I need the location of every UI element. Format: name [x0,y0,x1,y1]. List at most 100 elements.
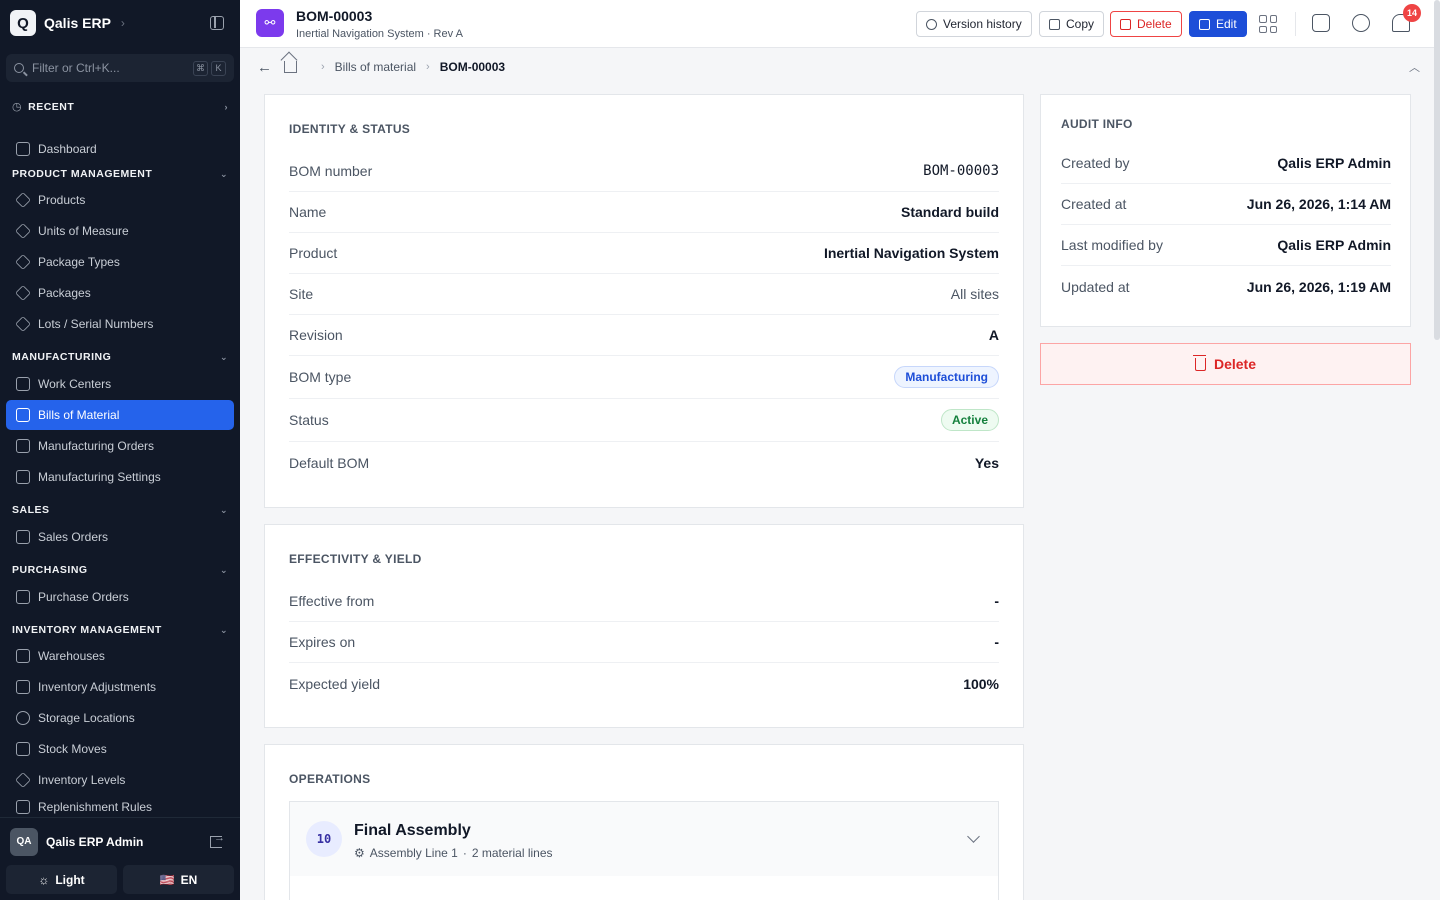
field-status: Status Active [289,399,999,442]
section-title: SALES [12,504,50,516]
field-value: All sites [950,286,999,302]
home-icon[interactable] [284,61,297,73]
section-inventory-management[interactable]: INVENTORY MANAGEMENT ⌄ [12,624,228,636]
sidebar-item-replenishment-rules[interactable]: Replenishment Rules [6,796,234,818]
field-label: Status [289,412,329,428]
field-label: Created at [1061,196,1127,212]
language-button[interactable]: 🇺🇸 EN [123,865,234,894]
field-value: 100% [963,675,999,692]
chevron-right-icon: › [120,16,125,30]
sidebar-item-work-centers[interactable]: Work Centers [6,369,234,399]
sidebar-item-manufacturing-settings[interactable]: Manufacturing Settings [6,462,234,492]
section-sales[interactable]: SALES ⌄ [12,504,228,516]
field-revision: Revision A [289,315,999,356]
sidebar-item-label: Replenishment Rules [38,800,153,814]
brand[interactable]: Q Qalis ERP › [10,10,125,36]
chevron-down-icon[interactable] [967,830,980,843]
field-value[interactable]: Inertial Navigation System [824,245,999,261]
sidebar-item-label: Dashboard [38,142,97,156]
sidebar-collapse-icon[interactable] [210,16,224,30]
sidebar-item-storage-locations[interactable]: Storage Locations [6,703,234,733]
field-label: Name [289,204,327,220]
sidebar-item-label: Units of Measure [38,224,129,238]
chevron-right-icon: › [224,101,228,112]
copy-icon [1049,18,1060,30]
chevron-down-icon: ⌄ [219,504,228,515]
sidebar-item-label: Manufacturing Orders [38,439,155,453]
operation-item[interactable]: 10 Final Assembly ⚙ Assembly Line 1 · 2 … [289,801,999,900]
sidebar-item-sales-orders[interactable]: Sales Orders [6,522,234,552]
trash-icon [1192,354,1206,371]
card-title: EFFECTIVITY & YIELD [289,552,422,566]
sidebar-item-inventory-adjustments[interactable]: Inventory Adjustments [6,672,234,702]
gear-icon: ⚙ [354,846,365,860]
sidebar-item-label: Purchase Orders [38,590,129,604]
field-bom-number: BOM number BOM-00003 [289,151,999,192]
delete-button[interactable]: Delete [1110,11,1182,37]
sidebar-item-bills-of-material[interactable]: Bills of Material [6,400,234,430]
field-label: Site [289,286,314,302]
section-purchasing[interactable]: PURCHASING ⌄ [12,564,228,576]
section-manufacturing[interactable]: MANUFACTURING ⌄ [12,351,228,363]
sidebar-item-units-of-measure[interactable]: Units of Measure [6,216,234,246]
field-expected-yield: Expected yield 100% [289,663,999,704]
sidebar-recent[interactable]: ◷ RECENT › [12,100,228,114]
field-label: Created by [1061,155,1130,171]
sidebar-item-inventory-levels[interactable]: Inventory Levels [6,765,234,795]
chevron-down-icon: ⌄ [219,564,228,575]
sidebar-item-label: Package Types [38,255,120,269]
sidebar-filter-input[interactable]: Filter or Ctrl+K... ⌘ K [6,54,234,82]
sidebar-item-manufacturing-orders[interactable]: Manufacturing Orders [6,431,234,461]
package-icon [15,285,31,301]
copy-button[interactable]: Copy [1039,11,1105,37]
field-value: - [994,634,999,650]
card-title: AUDIT INFO [1061,117,1133,131]
breadcrumb: ← › Bills of material › BOM-00003 ︿ [240,48,1440,86]
chevron-up-icon[interactable]: ︿ [1409,59,1420,75]
sidebar-item-label: Inventory Levels [38,773,126,787]
field-value: A [988,327,999,343]
version-history-button[interactable]: Version history [916,11,1032,37]
sidebar-item-purchase-orders[interactable]: Purchase Orders [6,582,234,612]
bom-type-badge: Manufacturing [894,366,999,388]
field-label: Revision [289,327,343,343]
sidebar-item-dashboard[interactable]: Dashboard [6,134,234,164]
back-arrow-icon[interactable]: ← [257,59,272,76]
apps-grid-icon[interactable] [1259,15,1277,33]
theme-label: Light [55,872,85,887]
warehouse-icon [16,649,30,663]
effectivity-yield-card: EFFECTIVITY & YIELD Effective from - Exp… [264,524,1024,728]
page-scrollbar[interactable] [1434,0,1440,340]
section-title: MANUFACTURING [12,351,112,363]
sidebar-item-warehouses[interactable]: Warehouses [6,641,234,671]
dashboard-icon [16,142,30,156]
shortcut-key-k: K [211,60,226,76]
notification-badge: 14 [1403,4,1421,22]
sidebar-item-stock-moves[interactable]: Stock Moves [6,734,234,764]
field-last-modified-by: Last modified by Qalis ERP Admin [1061,225,1391,266]
edit-button[interactable]: Edit [1189,11,1247,37]
sidebar-item-lots-serial-numbers[interactable]: Lots / Serial Numbers [6,309,234,339]
filter-placeholder: Filter or Ctrl+K... [32,61,120,75]
field-updated-at: Updated at Jun 26, 2026, 1:19 AM [1061,266,1391,307]
operations-card: OPERATIONS 10 Final Assembly ⚙ Assembly … [264,744,1024,900]
section-product-management[interactable]: PRODUCT MANAGEMENT ⌄ [12,168,228,180]
field-label: BOM number [289,163,373,179]
field-value: Qalis ERP Admin [1277,237,1391,253]
sun-icon: ☼ [38,872,50,887]
document-icon [16,530,30,544]
operation-work-center: Assembly Line 1 [369,846,458,860]
delete-bom-button[interactable]: Delete [1040,343,1411,385]
user-profile[interactable]: QA Qalis ERP Admin [0,817,240,865]
sidebar-item-packages[interactable]: Packages [6,278,234,308]
chat-icon[interactable] [1352,14,1370,32]
theme-toggle-button[interactable]: ☼ Light [6,865,117,894]
sidebar-item-products[interactable]: Products [6,185,234,215]
sidebar-item-label: Stock Moves [38,742,107,756]
logout-icon[interactable] [210,832,225,848]
breadcrumb-parent[interactable]: Bills of material [335,60,416,74]
sidebar-item-package-types[interactable]: Package Types [6,247,234,277]
field-created-by: Created by Qalis ERP Admin [1061,143,1391,184]
history-icon [926,18,937,30]
bot-icon[interactable] [1312,14,1330,32]
